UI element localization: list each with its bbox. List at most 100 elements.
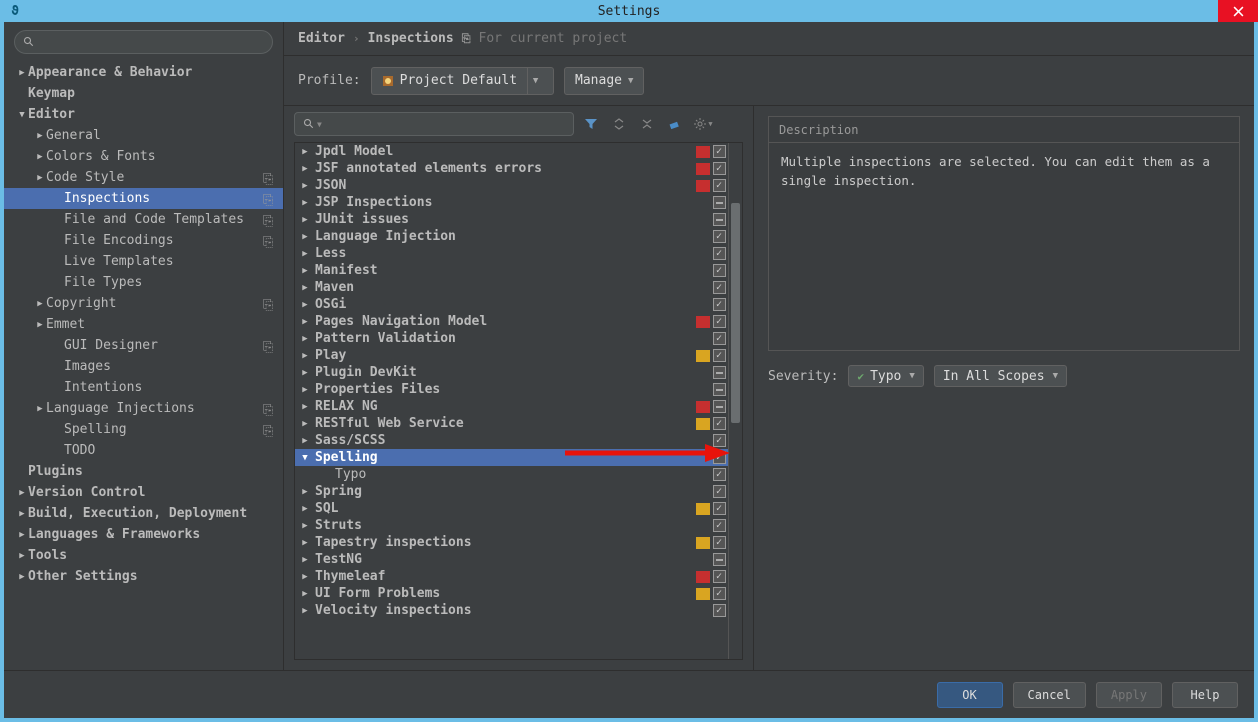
inspection-checkbox[interactable]: [712, 247, 726, 261]
reset-button[interactable]: [664, 113, 686, 135]
nav-item[interactable]: ▶Language Injections⎘: [4, 398, 283, 419]
inspection-checkbox[interactable]: [712, 570, 726, 584]
inspection-checkbox[interactable]: [712, 587, 726, 601]
tree-row[interactable]: ▶Play: [295, 347, 728, 364]
tree-row[interactable]: Typo: [295, 466, 728, 483]
apply-button[interactable]: Apply: [1096, 682, 1162, 708]
tree-row[interactable]: ▶JUnit issues: [295, 211, 728, 228]
scope-dropdown[interactable]: In All Scopes ▼: [934, 365, 1067, 387]
inspection-checkbox[interactable]: [712, 383, 726, 397]
close-button[interactable]: [1218, 0, 1258, 22]
tree-row[interactable]: ▶Maven: [295, 279, 728, 296]
sidebar-search[interactable]: [14, 30, 273, 54]
inspection-search[interactable]: ▼: [294, 112, 574, 136]
tree-row[interactable]: ▶Jpdl Model: [295, 143, 728, 160]
inspection-checkbox[interactable]: [712, 230, 726, 244]
tree-row[interactable]: ▶Plugin DevKit: [295, 364, 728, 381]
inspection-checkbox[interactable]: [712, 536, 726, 550]
tree-row[interactable]: ▶Velocity inspections: [295, 602, 728, 619]
nav-item[interactable]: File Encodings⎘: [4, 230, 283, 251]
inspection-checkbox[interactable]: [712, 162, 726, 176]
inspection-checkbox[interactable]: [712, 604, 726, 618]
tree-row[interactable]: ▶JSON: [295, 177, 728, 194]
nav-item[interactable]: ▶Languages & Frameworks: [4, 524, 283, 545]
nav-item[interactable]: ▶Version Control: [4, 482, 283, 503]
scrollbar[interactable]: [728, 143, 742, 659]
inspection-checkbox[interactable]: [712, 553, 726, 567]
inspection-checkbox[interactable]: [712, 196, 726, 210]
nav-item[interactable]: ▼Editor: [4, 104, 283, 125]
tree-row[interactable]: ▶Properties Files: [295, 381, 728, 398]
nav-item[interactable]: Spelling⎘: [4, 419, 283, 440]
scrollbar-thumb[interactable]: [731, 203, 740, 423]
nav-item[interactable]: ▶Emmet: [4, 314, 283, 335]
sidebar-search-input[interactable]: [41, 35, 264, 49]
nav-item[interactable]: Plugins: [4, 461, 283, 482]
tree-row[interactable]: ▶Pattern Validation: [295, 330, 728, 347]
nav-item[interactable]: ▶Copyright⎘: [4, 293, 283, 314]
nav-item[interactable]: Intentions: [4, 377, 283, 398]
inspection-checkbox[interactable]: [712, 468, 726, 482]
nav-item[interactable]: Images: [4, 356, 283, 377]
nav-item[interactable]: File Types: [4, 272, 283, 293]
inspection-tree[interactable]: ▶Jpdl Model▶JSF annotated elements error…: [295, 143, 728, 659]
inspection-checkbox[interactable]: [712, 417, 726, 431]
tree-row[interactable]: ▶RELAX NG: [295, 398, 728, 415]
collapse-all-button[interactable]: [636, 113, 658, 135]
inspection-checkbox[interactable]: [712, 434, 726, 448]
tree-row[interactable]: ▶JSF annotated elements errors: [295, 160, 728, 177]
nav-item[interactable]: ▶Colors & Fonts: [4, 146, 283, 167]
tree-row[interactable]: ▶Struts: [295, 517, 728, 534]
inspection-checkbox[interactable]: [712, 145, 726, 159]
nav-item[interactable]: GUI Designer⎘: [4, 335, 283, 356]
inspection-checkbox[interactable]: [712, 519, 726, 533]
tree-row[interactable]: ▶JSP Inspections: [295, 194, 728, 211]
ok-button[interactable]: OK: [937, 682, 1003, 708]
inspection-checkbox[interactable]: [712, 281, 726, 295]
profile-dropdown[interactable]: Project Default ▼: [371, 67, 554, 95]
cancel-button[interactable]: Cancel: [1013, 682, 1086, 708]
inspection-checkbox[interactable]: [712, 315, 726, 329]
inspection-checkbox[interactable]: [712, 366, 726, 380]
tree-row[interactable]: ▼Spelling: [295, 449, 728, 466]
tree-row[interactable]: ▶SQL: [295, 500, 728, 517]
tree-row[interactable]: ▶Manifest: [295, 262, 728, 279]
inspection-checkbox[interactable]: [712, 502, 726, 516]
inspection-checkbox[interactable]: [712, 179, 726, 193]
tree-row[interactable]: ▶Spring: [295, 483, 728, 500]
tree-row[interactable]: ▶Language Injection: [295, 228, 728, 245]
tree-row[interactable]: ▶OSGi: [295, 296, 728, 313]
inspection-checkbox[interactable]: [712, 349, 726, 363]
nav-item[interactable]: ▶Other Settings: [4, 566, 283, 587]
manage-button[interactable]: Manage ▼: [564, 67, 644, 95]
tree-row[interactable]: ▶Less: [295, 245, 728, 262]
settings-nav-tree[interactable]: ▶Appearance & BehaviorKeymap▼Editor▶Gene…: [4, 62, 283, 670]
nav-item[interactable]: ▶Code Style⎘: [4, 167, 283, 188]
tree-row[interactable]: ▶Thymeleaf: [295, 568, 728, 585]
nav-item[interactable]: Inspections⎘: [4, 188, 283, 209]
nav-item[interactable]: File and Code Templates⎘: [4, 209, 283, 230]
nav-item[interactable]: ▶General: [4, 125, 283, 146]
nav-item[interactable]: Live Templates: [4, 251, 283, 272]
tree-row[interactable]: ▶TestNG: [295, 551, 728, 568]
inspection-checkbox[interactable]: [712, 213, 726, 227]
tree-row[interactable]: ▶RESTful Web Service: [295, 415, 728, 432]
inspection-checkbox[interactable]: [712, 400, 726, 414]
inspection-checkbox[interactable]: [712, 332, 726, 346]
filter-button[interactable]: [580, 113, 602, 135]
settings-button[interactable]: ▼: [692, 113, 714, 135]
nav-item[interactable]: ▶Tools: [4, 545, 283, 566]
severity-dropdown[interactable]: ✔ Typo ▼: [848, 365, 923, 387]
inspection-checkbox[interactable]: [712, 298, 726, 312]
nav-item[interactable]: ▶Build, Execution, Deployment: [4, 503, 283, 524]
nav-item[interactable]: ▶Appearance & Behavior: [4, 62, 283, 83]
inspection-checkbox[interactable]: [712, 485, 726, 499]
nav-item[interactable]: TODO: [4, 440, 283, 461]
tree-row[interactable]: ▶Pages Navigation Model: [295, 313, 728, 330]
help-button[interactable]: Help: [1172, 682, 1238, 708]
tree-row[interactable]: ▶Sass/SCSS: [295, 432, 728, 449]
inspection-checkbox[interactable]: [712, 264, 726, 278]
tree-row[interactable]: ▶UI Form Problems: [295, 585, 728, 602]
nav-item[interactable]: Keymap: [4, 83, 283, 104]
inspection-checkbox[interactable]: [712, 451, 726, 465]
